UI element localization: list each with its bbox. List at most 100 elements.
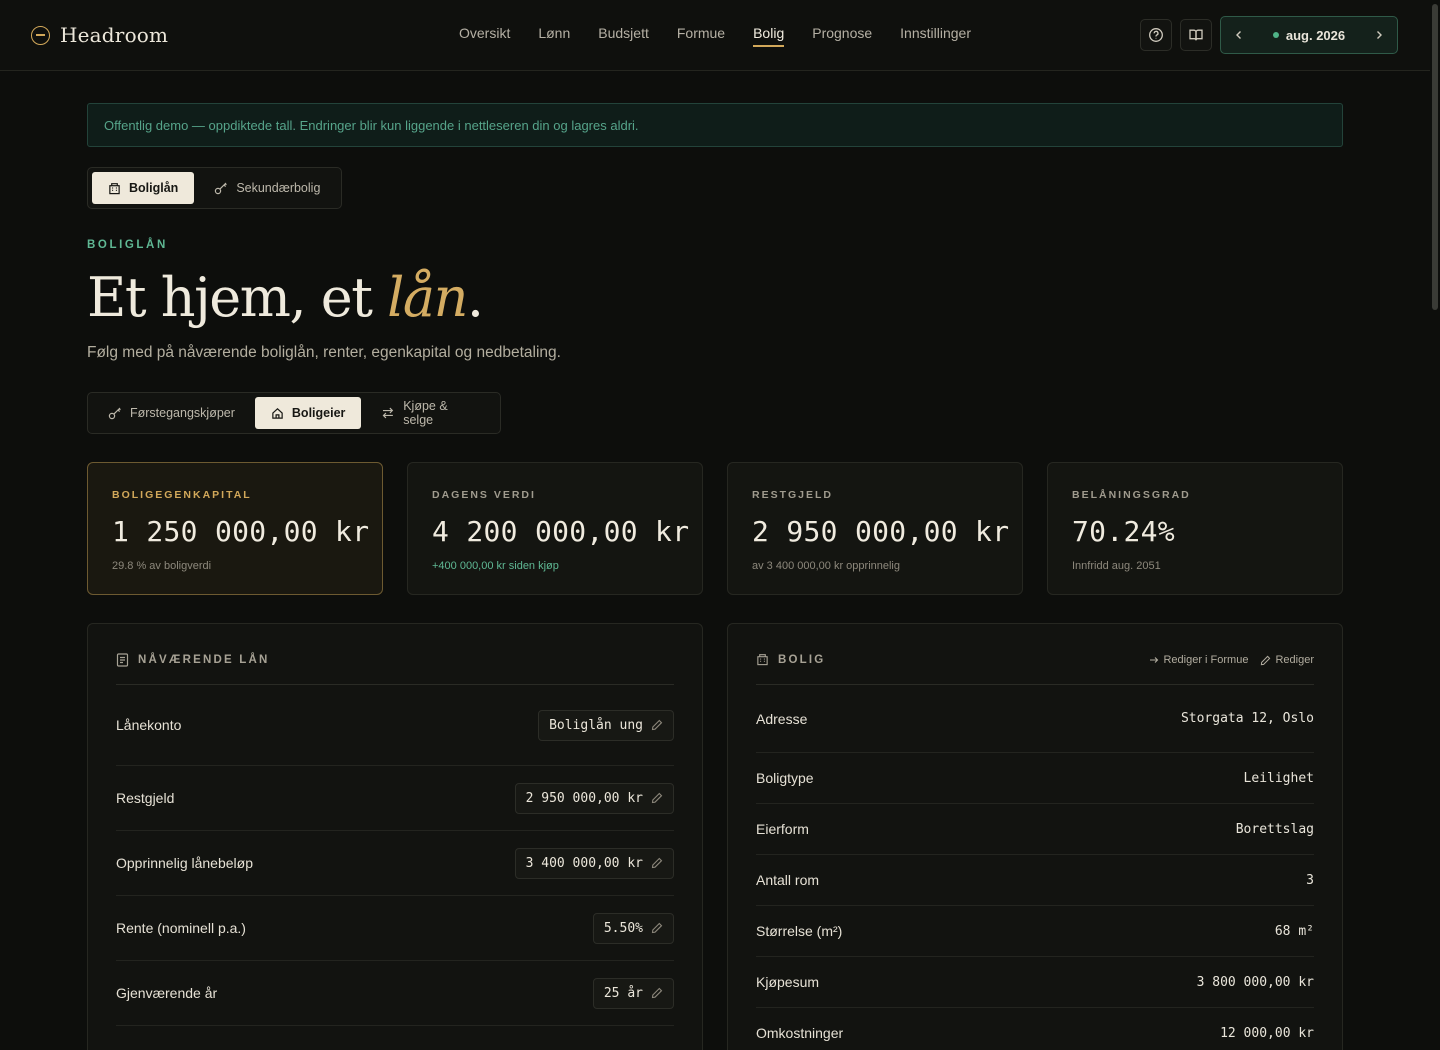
row-label: Størrelse (m²) [756, 923, 843, 939]
panel-title-text: BOLIG [778, 653, 826, 666]
page-title-end: . [466, 266, 484, 329]
nav-bolig[interactable]: Bolig [753, 0, 785, 70]
edit-home-button[interactable]: Rediger [1260, 654, 1314, 666]
original-amount-field[interactable]: 3 400 000,00 kr [514, 847, 674, 879]
stat-card-belaningsgrad: BELÅNINGSGRAD 70.24% Innfridd aug. 2051 [1047, 462, 1343, 595]
page-title: Et hjem, et lån. [87, 266, 484, 329]
row-value: Borettslag [1235, 821, 1314, 837]
pencil-icon [651, 987, 663, 999]
main-nav: Oversikt Lønn Budsjett Formue Bolig Prog… [459, 0, 971, 70]
current-loan-panel: NÅVÆRENDE LÅN Lånekonto Boliglån ung Res… [87, 623, 703, 1050]
pencil-icon [651, 792, 663, 804]
field-value: 25 år [603, 985, 643, 1001]
home-row-eierform: Eierform Borettslag [756, 804, 1314, 855]
loan-row-partial [116, 1026, 674, 1050]
stat-value: 1 250 000,00 kr [112, 515, 370, 548]
stat-label: BOLIGEGENKAPITAL [112, 489, 252, 501]
stat-value: 4 200 000,00 kr [432, 515, 690, 548]
panel-title-text: NÅVÆRENDE LÅN [138, 654, 270, 666]
tab-boliglan[interactable]: Boliglån [92, 172, 195, 204]
stat-label: DAGENS VERDI [432, 489, 536, 501]
arrow-right-icon [1150, 657, 1159, 663]
loan-row-opprinnelig: Opprinnelig lånebeløp 3 400 000,00 kr [116, 831, 674, 896]
remaining-years-field[interactable]: 25 år [592, 977, 674, 1009]
stat-subtext: av 3 400 000,00 kr opprinnelig [752, 560, 900, 572]
panel-title: NÅVÆRENDE LÅN [116, 653, 269, 667]
document-icon [116, 653, 129, 667]
tab-label: Boliglån [129, 181, 179, 195]
row-label: Gjenværende år [116, 985, 218, 1001]
nav-innstillinger[interactable]: Innstillinger [900, 0, 971, 70]
building-icon [109, 182, 120, 194]
row-value: 12 000,00 kr [1220, 1025, 1314, 1041]
page-title-accent: lån [387, 266, 468, 329]
chevron-right-icon[interactable] [1373, 29, 1385, 41]
loan-row-gjenvaerende-ar: Gjenværende år 25 år [116, 961, 674, 1026]
brand-logo-icon [31, 25, 50, 45]
row-label: Boligtype [756, 770, 814, 786]
current-month-dot [1272, 32, 1279, 38]
link-label: Rediger i Formue [1163, 654, 1249, 666]
stat-subtext: +400 000,00 kr siden kjøp [432, 560, 559, 572]
home-row-antall-rom: Antall rom 3 [756, 855, 1314, 906]
demo-banner: Offentlig demo — oppdiktede tall. Endrin… [87, 103, 1343, 147]
loan-account-field[interactable]: Boliglån ung [538, 709, 674, 741]
tab-label: Sekundærbolig [236, 181, 321, 195]
button-label: Rediger [1275, 654, 1314, 666]
page-title-start: Et hjem, et [87, 266, 388, 329]
nav-oversikt[interactable]: Oversikt [459, 0, 510, 70]
mode-tabs: Førstegangskjøper Boligeier Kjøpe & selg… [87, 392, 501, 434]
page-lead: Følg med på nåværende boliglån, renter, … [87, 344, 561, 361]
row-label: Lånekonto [116, 717, 182, 733]
tab-boligeier[interactable]: Boligeier [254, 397, 362, 429]
guide-button[interactable] [1180, 19, 1212, 51]
row-value: Storgata 12, Oslo [1180, 711, 1314, 726]
stat-subtext: 29.8 % av boligverdi [112, 560, 212, 572]
brand[interactable]: Headroom [31, 22, 168, 48]
home-row-omkostninger: Omkostninger 12 000,00 kr [756, 1008, 1314, 1050]
nav-formue[interactable]: Formue [677, 0, 725, 70]
pencil-icon [1261, 655, 1271, 665]
nav-budsjett[interactable]: Budsjett [598, 0, 649, 70]
interest-rate-field[interactable]: 5.50% [592, 912, 674, 944]
building-icon [757, 654, 768, 666]
home-icon [272, 407, 283, 419]
row-label: Opprinnelig lånebeløp [116, 855, 253, 871]
home-row-boligtype: Boligtype Leilighet [756, 753, 1314, 804]
home-panel: BOLIG Rediger i Formue Rediger Adresse S… [727, 623, 1343, 1050]
nav-prognose[interactable]: Prognose [812, 0, 872, 70]
row-label: Omkostninger [756, 1025, 844, 1041]
tab-kjope-selge[interactable]: Kjøpe & selge [365, 397, 496, 429]
tab-sekundaerbolig[interactable]: Sekundærbolig [198, 172, 336, 204]
tab-label: Førstegangskjøper [130, 406, 235, 420]
pencil-icon [651, 922, 663, 934]
edit-in-formue-link[interactable]: Rediger i Formue [1149, 654, 1248, 666]
help-icon [1149, 28, 1163, 42]
page-scrollbar[interactable] [1430, 0, 1440, 1050]
panel-title: BOLIG [756, 653, 825, 666]
stat-card-egenkapital: BOLIGEGENKAPITAL 1 250 000,00 kr 29.8 % … [87, 462, 383, 595]
month-value: aug. 2026 [1285, 27, 1346, 43]
panel-header: NÅVÆRENDE LÅN [116, 624, 674, 685]
panel-header: BOLIG Rediger i Formue Rediger [756, 624, 1314, 685]
row-label: Eierform [756, 821, 809, 837]
nav-lonn[interactable]: Lønn [538, 0, 570, 70]
stat-value: 2 950 000,00 kr [752, 515, 1010, 548]
remaining-debt-field[interactable]: 2 950 000,00 kr [514, 782, 674, 814]
tab-forstegangskjoper[interactable]: Førstegangskjøper [92, 397, 251, 429]
panel-actions: Rediger i Formue Rediger [1149, 654, 1314, 666]
key-icon [108, 407, 121, 420]
home-row-kjopesum: Kjøpesum 3 800 000,00 kr [756, 957, 1314, 1008]
row-value: 3 800 000,00 kr [1196, 974, 1314, 990]
pencil-icon [651, 857, 663, 869]
field-value: 3 400 000,00 kr [525, 855, 643, 871]
chevron-left-icon[interactable] [1233, 29, 1245, 41]
loan-row-rente: Rente (nominell p.a.) 5.50% [116, 896, 674, 961]
row-label: Restgjeld [116, 790, 175, 806]
month-picker: aug. 2026 [1220, 16, 1398, 54]
page-scrollbar-thumb[interactable] [1432, 4, 1438, 310]
help-button[interactable] [1140, 19, 1172, 51]
month-label[interactable]: aug. 2026 [1272, 27, 1346, 43]
row-value: 68 m² [1274, 923, 1314, 939]
row-value: 3 [1306, 872, 1314, 888]
